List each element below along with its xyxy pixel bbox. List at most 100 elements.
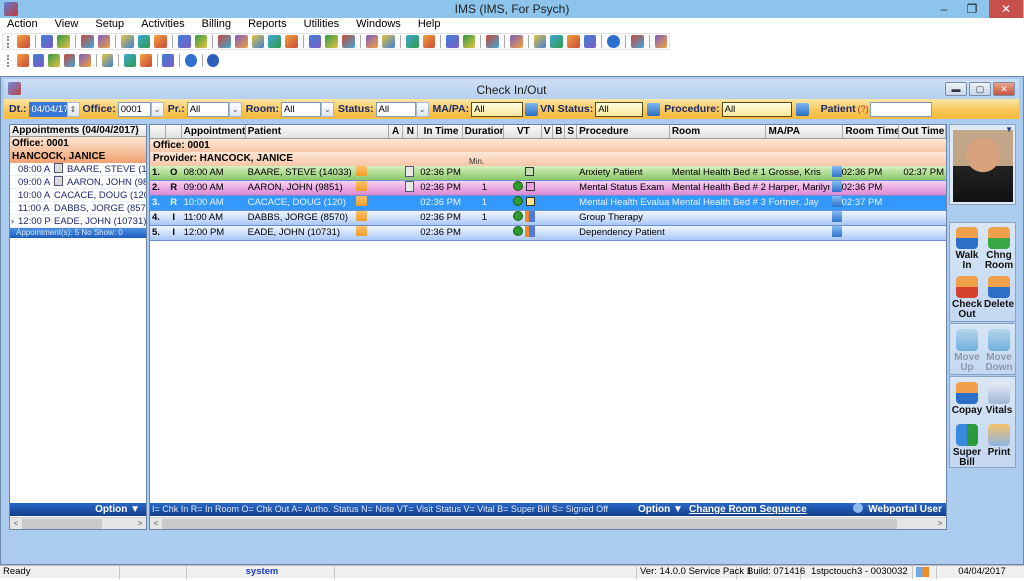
print-button[interactable]: Print: [983, 422, 1015, 458]
grid-horizontal-scrollbar[interactable]: < >: [150, 517, 946, 529]
column-header[interactable]: [150, 125, 166, 138]
copay-button[interactable]: Copay: [951, 380, 983, 416]
payer-icon[interactable]: [285, 35, 298, 48]
patient-folder-icon[interactable]: [355, 166, 367, 176]
column-header[interactable]: MA/PA: [766, 125, 844, 138]
folder-icon[interactable]: [80, 35, 94, 48]
patient-icon[interactable]: [16, 35, 30, 48]
office-dropdown-icon[interactable]: ⌄: [150, 101, 164, 117]
super-bill-button[interactable]: Super Bill: [951, 422, 983, 468]
restore-button[interactable]: ❐: [958, 0, 986, 18]
procedure-picker-icon[interactable]: [795, 102, 809, 116]
vn-status-picker-icon[interactable]: [647, 102, 661, 116]
mapa-input[interactable]: All: [471, 101, 524, 117]
appointment-list-item[interactable]: 09:00 A AARON, JOHN (9851): [10, 176, 146, 189]
visit-status-icon[interactable]: [525, 197, 535, 206]
table-row[interactable]: 1. O 08:00 AM BAARE, STEVE (14033) 02:36 PM A…: [150, 166, 946, 181]
column-header[interactable]: Out Time: [899, 125, 946, 138]
vn-status-input[interactable]: All: [595, 101, 644, 117]
analytics-icon[interactable]: [510, 35, 523, 48]
menu-setup[interactable]: Setup: [88, 18, 131, 31]
appointment-list-item[interactable]: › 12:00 P EADE, JOHN (10731): [10, 215, 146, 228]
transfer-icon[interactable]: [550, 35, 563, 48]
scan-icon[interactable]: [382, 35, 395, 48]
edit-chart-icon[interactable]: [97, 35, 111, 48]
assign-picker-icon[interactable]: [831, 196, 842, 207]
date-input[interactable]: 04/04/17: [28, 101, 68, 117]
last-record-icon[interactable]: [63, 54, 76, 67]
procedure-input[interactable]: All: [721, 101, 792, 117]
calendar-icon[interactable]: [308, 35, 322, 48]
child-maximize-button[interactable]: ▢: [969, 82, 991, 96]
appointment-list-item[interactable]: 11:00 A DABBS, JORGE (8570): [10, 202, 146, 215]
column-header[interactable]: In Time: [418, 125, 463, 138]
column-header[interactable]: A: [389, 125, 404, 138]
menu-view[interactable]: View: [48, 18, 86, 31]
change-room-button[interactable]: Chng Room: [983, 225, 1015, 271]
document-icon[interactable]: [178, 35, 191, 48]
patient-folder-icon[interactable]: [355, 211, 367, 221]
photo-menu-icon[interactable]: ▼: [1005, 125, 1013, 134]
menu-action[interactable]: Action: [0, 18, 45, 31]
assign-picker-icon[interactable]: [831, 181, 842, 192]
walk-in-button[interactable]: Walk In: [951, 225, 983, 271]
import-icon[interactable]: [405, 35, 419, 48]
left-horizontal-scrollbar[interactable]: < >: [10, 517, 146, 529]
patient-folder-icon[interactable]: [355, 196, 367, 206]
scroll-thumb[interactable]: [22, 519, 102, 529]
appointment-list-item[interactable]: 08:00 A BAARE, STEVE (14033): [10, 163, 146, 176]
mapa-picker-icon[interactable]: [525, 102, 539, 116]
dollar-icon[interactable]: [124, 54, 136, 67]
note-icon[interactable]: [405, 166, 415, 177]
task-icon[interactable]: [446, 35, 459, 48]
vitals-button[interactable]: Vitals: [983, 380, 1015, 416]
column-header[interactable]: Room Time: [843, 125, 899, 138]
edit-visit-icon[interactable]: [525, 226, 536, 237]
recall-icon[interactable]: [533, 35, 547, 48]
column-header[interactable]: V: [542, 125, 554, 138]
column-header[interactable]: N: [403, 125, 419, 138]
room-select[interactable]: All: [280, 101, 321, 117]
menu-utilities[interactable]: Utilities: [297, 18, 346, 31]
table-row[interactable]: 5. I 12:00 PM EADE, JOHN (10731) 02:36 PM De…: [150, 226, 946, 241]
fax-icon[interactable]: [365, 35, 379, 48]
column-header[interactable]: Room: [670, 125, 767, 138]
toolbar-grip[interactable]: [7, 35, 10, 48]
dollar-circle-icon[interactable]: [218, 35, 232, 48]
delete-button[interactable]: Delete: [983, 274, 1015, 310]
toolbar-grip[interactable]: [7, 54, 10, 67]
scheduler-icon[interactable]: [325, 35, 338, 48]
first-record-icon[interactable]: [16, 54, 29, 67]
menu-billing[interactable]: Billing: [195, 18, 238, 31]
grid-option-button[interactable]: Option ▼: [638, 503, 683, 516]
table-row[interactable]: 4. I 11:00 AM DABBS, JORGE (8570) 02:36 PM 1 …: [150, 211, 946, 226]
column-header[interactable]: Procedure: [577, 125, 670, 138]
smiley-icon[interactable]: [512, 211, 523, 221]
provider-select[interactable]: All: [186, 101, 229, 117]
note-icon[interactable]: [405, 181, 415, 192]
help-icon[interactable]: [607, 35, 620, 48]
schedule-doc-icon[interactable]: [422, 35, 436, 48]
column-header[interactable]: [166, 125, 182, 138]
note-icon[interactable]: [194, 35, 208, 48]
column-header[interactable]: B: [553, 125, 566, 138]
child-close-button[interactable]: ✕: [993, 82, 1015, 96]
menu-help[interactable]: Help: [411, 18, 448, 31]
close-button[interactable]: ✕: [989, 0, 1023, 18]
user-folder-icon[interactable]: [486, 35, 500, 48]
check-out-button[interactable]: Check Out: [951, 274, 983, 320]
column-header[interactable]: Patient: [246, 125, 389, 138]
chart-bar-icon[interactable]: [462, 35, 476, 48]
column-header[interactable]: S: [565, 125, 578, 138]
scroll-left-arrow[interactable]: <: [10, 518, 22, 530]
date-spinner[interactable]: ⇕: [66, 101, 80, 117]
child-minimize-button[interactable]: ▬: [945, 82, 967, 96]
menu-reports[interactable]: Reports: [241, 18, 294, 31]
chart-icon[interactable]: [139, 54, 152, 67]
close-circle-icon[interactable]: [207, 54, 220, 67]
note-icon[interactable]: [54, 176, 63, 186]
provider-check-icon[interactable]: [57, 35, 70, 48]
smiley-icon[interactable]: [513, 196, 524, 206]
lab-flask-icon[interactable]: [137, 35, 151, 48]
scroll-thumb[interactable]: [162, 519, 897, 529]
